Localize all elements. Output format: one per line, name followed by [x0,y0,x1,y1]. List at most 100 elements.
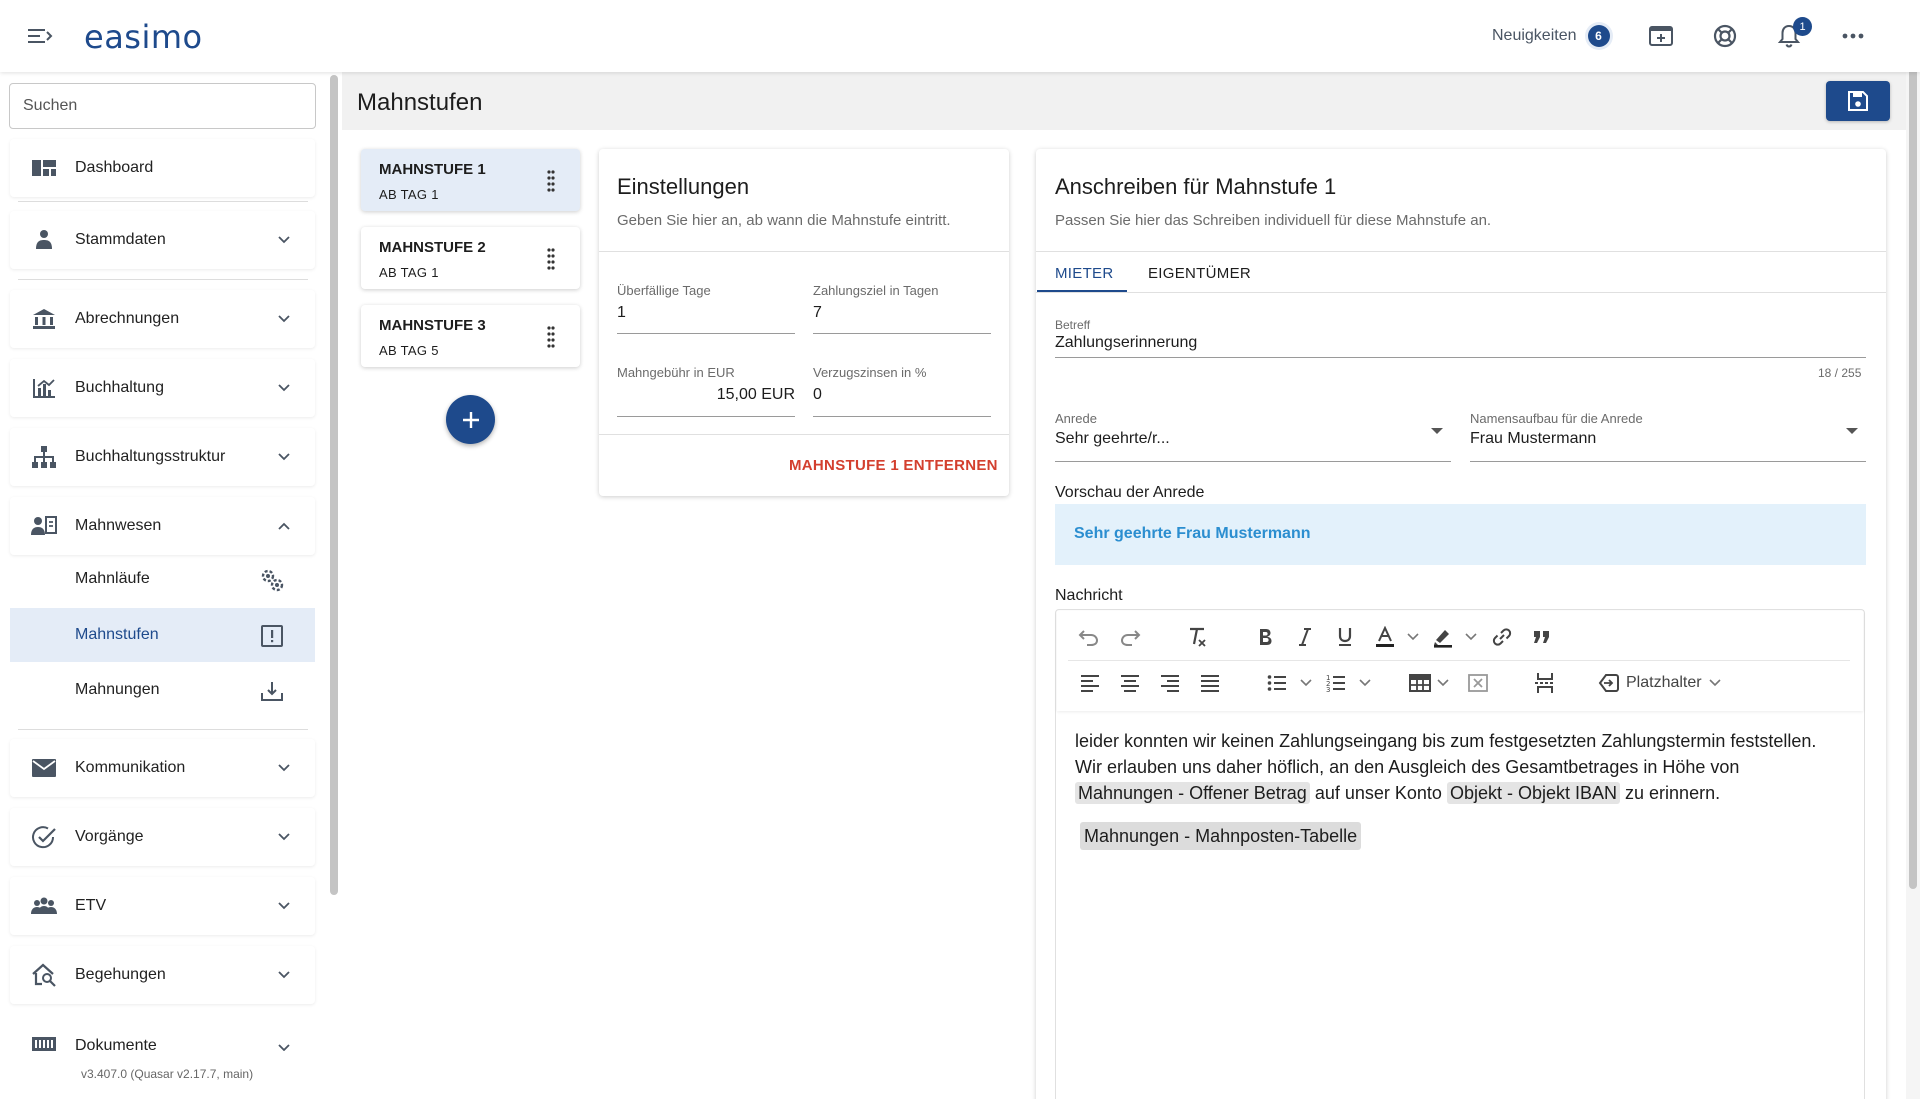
undo-icon[interactable] [1074,622,1104,652]
nav-begehungen[interactable]: Begehungen [10,946,315,1004]
stage-title: MAHNSTUFE 2 [379,239,486,256]
nav-mahnstufen[interactable]: Mahnstufen [10,608,315,662]
app-logo[interactable]: easimo [84,18,203,56]
payment-term-field[interactable]: Zahlungsziel in Tagen 7 [813,283,991,334]
align-left-icon[interactable] [1075,668,1105,698]
chevron-down-icon[interactable] [1358,676,1372,690]
news-button[interactable]: Neuigkeiten 6 [1492,22,1613,50]
payment-term-label: Zahlungsziel in Tagen [813,283,939,298]
house-search-icon [32,963,56,987]
salutation-dropdown-arrow-icon[interactable] [1431,428,1443,434]
nav-mahnwesen-label: Mahnwesen [75,517,162,534]
stage-card[interactable]: MAHNSTUFE 2 AB TAG 1 [361,227,580,289]
chevron-down-icon[interactable] [1436,676,1450,690]
italic-icon[interactable] [1290,622,1320,652]
message-text: leider konnten wir keinen Zahlungseingan… [1075,731,1817,777]
overdue-days-field[interactable]: Überfällige Tage 1 [617,283,795,334]
bullet-list-icon[interactable] [1262,668,1292,698]
nav-buchhaltungsstruktur[interactable]: Buchhaltungsstruktur [10,428,315,486]
nav-mahnlaeufe-label: Mahnläufe [75,570,150,587]
nav-stammdaten[interactable]: Stammdaten [10,211,315,269]
nav-etv-label: ETV [75,897,107,914]
placeholder-chip-table[interactable]: Mahnungen - Mahnposten-Tabelle [1080,822,1362,850]
save-button[interactable] [1826,81,1890,121]
chevron-down-icon[interactable] [1406,630,1420,644]
salutation-select[interactable]: Anrede Sehr geehrte/r... [1055,411,1451,462]
tab-mieter[interactable]: MIETER [1055,265,1113,282]
support-icon[interactable] [1709,20,1741,52]
underline-icon[interactable] [1330,622,1360,652]
group-icon [31,897,57,914]
nav-dashboard[interactable]: Dashboard [10,139,315,197]
nav-kommunikation[interactable]: Kommunikation [10,739,315,797]
nav-mahnungen[interactable]: Mahnungen [10,663,315,717]
chevron-down-icon [278,971,290,979]
stage-card[interactable]: MAHNSTUFE 1 AB TAG 1 [361,149,580,211]
salutation-label: Anrede [1055,411,1097,426]
numbered-list-icon[interactable]: 123 [1321,668,1351,698]
chevron-down-icon [278,833,290,841]
placeholder-chip[interactable]: Mahnungen - Offener Betrag [1075,782,1310,804]
clear-format-icon[interactable] [1182,622,1212,652]
highlight-icon[interactable] [1428,622,1458,652]
stage-title: MAHNSTUFE 1 [379,161,486,178]
settings-divider [599,434,1009,435]
chevron-down-icon[interactable] [1299,676,1313,690]
nav-mahnlaeufe[interactable]: Mahnläufe [10,552,315,606]
align-right-icon[interactable] [1155,668,1185,698]
preview-label: Vorschau der Anrede [1055,484,1205,501]
redo-icon[interactable] [1115,622,1145,652]
text-color-icon[interactable] [1370,622,1400,652]
chevron-down-icon[interactable] [1464,630,1478,644]
drag-handle-icon[interactable] [546,247,556,271]
overdue-days-label: Überfällige Tage [617,283,711,298]
sidebar-scrollbar[interactable] [330,75,338,895]
page-break-icon[interactable] [1530,668,1560,698]
fee-field[interactable]: Mahngebühr in EUR 15,00 EUR [617,365,795,417]
name-format-dropdown-arrow-icon[interactable] [1846,428,1858,434]
delete-table-icon[interactable] [1463,668,1493,698]
interest-value: 0 [813,386,822,403]
placeholder-dropdown[interactable]: Platzhalter [1598,668,1722,698]
nav-mahnwesen[interactable]: Mahnwesen [10,497,315,555]
chevron-down-icon [278,1044,290,1051]
placeholder-chip[interactable]: Objekt - Objekt IBAN [1446,782,1621,804]
link-icon[interactable] [1487,622,1517,652]
message-body[interactable]: leider konnten wir keinen Zahlungseingan… [1075,728,1835,806]
hierarchy-icon [32,446,56,468]
tab-eigentuemer[interactable]: EIGENTÜMER [1148,265,1251,282]
mail-icon [32,759,56,777]
nav-begehungen-label: Begehungen [75,966,166,983]
more-options-icon[interactable] [1837,20,1869,52]
name-format-select[interactable]: Namensaufbau für die Anrede Frau Musterm… [1470,411,1866,462]
nav-vorgaenge-label: Vorgänge [75,828,144,845]
subject-char-counter: 18 / 255 [1818,366,1862,380]
nav-etv[interactable]: ETV [10,877,315,935]
quote-icon[interactable] [1527,622,1557,652]
add-stage-button[interactable] [446,395,495,444]
interest-field[interactable]: Verzugszinsen in % 0 [813,365,991,417]
chevron-up-icon [278,522,290,530]
app-version: v3.407.0 (Quasar v2.17.7, main) [81,1067,254,1081]
search-input[interactable] [9,83,316,129]
subject-field[interactable]: Betreff Zahlungserinnerung [1055,318,1866,358]
main-scrollbar[interactable] [1906,0,1920,1099]
new-window-icon[interactable] [1645,20,1677,52]
salutation-preview: Sehr geehrte Frau Mustermann [1055,504,1866,565]
nav-buchhaltung[interactable]: Buchhaltung [10,359,315,417]
menu-toggle-icon[interactable] [26,24,54,48]
stage-card[interactable]: MAHNSTUFE 3 AB TAG 5 [361,305,580,367]
fee-label: Mahngebühr in EUR [617,365,735,380]
align-center-icon[interactable] [1115,668,1145,698]
drag-handle-icon[interactable] [546,169,556,193]
nav-vorgaenge[interactable]: Vorgänge [10,808,315,866]
bold-icon[interactable] [1250,622,1280,652]
align-justify-icon[interactable] [1195,668,1225,698]
remove-stage-button[interactable]: MAHNSTUFE 1 ENTFERNEN [789,457,998,474]
table-icon[interactable] [1405,668,1435,698]
drag-handle-icon[interactable] [546,325,556,349]
nav-abrechnungen[interactable]: Abrechnungen [10,290,315,348]
message-text: auf unser Konto [1314,783,1442,803]
nav-dokumente[interactable]: Dokumente [10,1015,315,1051]
notification-bell-icon[interactable]: 1 [1773,17,1812,52]
